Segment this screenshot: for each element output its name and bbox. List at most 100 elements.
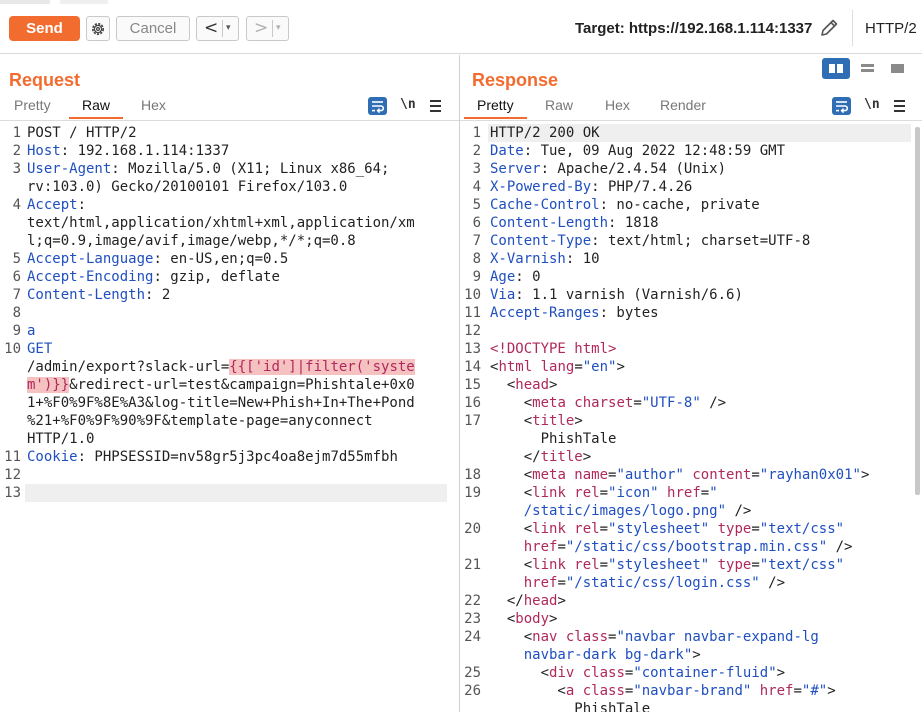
highlighted-payload: {{['id']|filter('syste — [229, 359, 415, 375]
line-number: 1 — [12, 125, 21, 141]
split-divider — [222, 20, 223, 37]
code-token: > — [616, 359, 625, 375]
tab-hex[interactable]: Hex — [605, 97, 630, 113]
line-number: 13 — [464, 341, 481, 357]
code-token: head — [523, 593, 558, 609]
toolbar-divider — [852, 10, 853, 46]
response-pane: Response Pretty Raw Hex Render \n 1 HTTP/… — [460, 55, 922, 712]
line-number: 20 — [464, 521, 481, 537]
tab-raw[interactable]: Raw — [545, 97, 573, 113]
code-token: /> — [726, 503, 752, 519]
code-token: : no-cache, private — [599, 197, 760, 213]
code-token: : 1.1 varnish (Varnish/6.6) — [515, 287, 743, 303]
code-token: PhishTale — [490, 701, 651, 712]
line-text: href="/static/css/bootstrap.min.css" /> — [490, 538, 853, 556]
code-token: = — [751, 557, 760, 573]
back-button[interactable]: < ▾ — [196, 16, 239, 41]
tab-raw[interactable]: Raw — [68, 97, 124, 119]
hamburger-menu-icon[interactable] — [894, 100, 905, 112]
line-text: Date: Tue, 09 Aug 2022 12:48:59 GMT — [490, 142, 785, 160]
code-token: "stylesheet" — [608, 557, 710, 573]
line-number: 10 — [4, 341, 21, 357]
cancel-button[interactable]: Cancel — [116, 16, 190, 41]
pencil-icon[interactable] — [818, 17, 840, 39]
side-by-side-layout-icon[interactable] — [822, 58, 850, 79]
code-token: : Mozilla/5.0 (X11; Linux x86_64; — [111, 161, 390, 177]
code-token: < — [490, 395, 533, 411]
chevron-down-icon[interactable]: ▾ — [276, 23, 281, 33]
code-token: type — [709, 557, 752, 573]
code-token: type — [709, 521, 752, 537]
code-token: : 192.168.1.114:1337 — [60, 143, 230, 159]
code-token: HTTP/2 200 OK — [490, 125, 600, 141]
tab-hex[interactable]: Hex — [141, 97, 166, 113]
wrap-lines-icon[interactable] — [832, 97, 851, 115]
code-token: %21+%F0%9F%90%9F&template-page=anyconnec… — [27, 413, 373, 429]
line-number: 8 — [12, 305, 21, 321]
code-token: < — [490, 665, 550, 681]
line-text: <body> — [490, 610, 558, 628]
chevron-down-icon[interactable]: ▾ — [226, 23, 231, 33]
toolbar: Send Cancel < ▾ > ▾ Target: https://192.… — [0, 0, 922, 54]
tab-pretty[interactable]: Pretty — [14, 97, 51, 113]
tabs-divider — [460, 120, 922, 121]
code-token: = — [574, 359, 583, 375]
stacked-layout-icon[interactable] — [854, 58, 882, 79]
gear-icon — [92, 22, 104, 35]
code-token: class — [574, 665, 625, 681]
code-token: < — [490, 629, 533, 645]
code-token: Accept — [27, 197, 78, 213]
hamburger-menu-icon[interactable] — [430, 100, 441, 112]
newline-toggle-icon[interactable]: \n — [864, 97, 880, 112]
line-text: /static/images/logo.png" /> — [490, 502, 752, 520]
code-token: /static/images/logo.png" — [490, 503, 727, 519]
code-token: : 0 — [515, 269, 541, 285]
line-number: 24 — [464, 629, 481, 645]
send-button[interactable]: Send — [9, 16, 80, 41]
line-text: Cache-Control: no-cache, private — [490, 196, 760, 214]
tab-render[interactable]: Render — [660, 97, 706, 113]
line-number: 26 — [464, 683, 481, 699]
line-text: PhishTale — [490, 700, 650, 712]
code-token: "rayhan0x01" — [759, 467, 861, 483]
vertical-scrollbar[interactable] — [915, 127, 920, 495]
line-number: 18 — [464, 467, 481, 483]
line-number: 3 — [472, 161, 481, 177]
code-token: : gzip, deflate — [153, 269, 280, 285]
line-number: 7 — [472, 233, 481, 249]
tabbed-layout-icon[interactable] — [884, 58, 912, 79]
line-text: X-Powered-By: PHP/7.4.26 — [490, 178, 692, 196]
code-token: rel — [565, 557, 600, 573]
code-token: "#" — [801, 683, 828, 699]
repeater-tab-strip — [0, 0, 110, 5]
code-token: rel — [565, 521, 600, 537]
repeater-tab[interactable] — [60, 0, 108, 4]
tab-pretty[interactable]: Pretty — [464, 97, 527, 119]
code-token: 1+%F0%9F%8E%A3&log-title=New+Phish+In+Th… — [27, 395, 415, 411]
code-token: Content-Length — [27, 287, 146, 303]
line-number: 12 — [4, 467, 21, 483]
code-token: = — [751, 467, 760, 483]
line-number: 4 — [12, 197, 21, 213]
line-text: Server: Apache/2.4.54 (Unix) — [490, 160, 726, 178]
code-token: Cache-Control — [490, 197, 600, 213]
wrap-lines-icon[interactable] — [368, 97, 387, 115]
code-token: : Tue, 09 Aug 2022 12:48:59 GMT — [523, 143, 786, 159]
repeater-tab[interactable] — [0, 0, 50, 4]
line-number: 5 — [472, 197, 481, 213]
newline-toggle-icon[interactable]: \n — [400, 97, 416, 112]
code-token: charset — [565, 395, 634, 411]
line-text: Cookie: PHPSESSID=nv58gr5j3pc4oa8ejm7d55… — [27, 448, 398, 466]
response-editor-tools: \n — [832, 97, 912, 117]
code-token: "navbar-brand" — [633, 683, 752, 699]
settings-button[interactable] — [86, 16, 110, 41]
forward-button[interactable]: > ▾ — [246, 16, 289, 41]
request-title: Request — [9, 70, 81, 90]
line-number: 9 — [12, 323, 21, 339]
code-token: rv:103.0) Gecko/20100101 Firefox/103.0 — [27, 179, 348, 195]
current-line-highlight — [25, 484, 447, 502]
code-token: Cookie — [27, 449, 78, 465]
http-version-label[interactable]: HTTP/2 — [865, 20, 917, 37]
code-token: href — [490, 539, 558, 555]
line-text: </title> — [490, 448, 591, 466]
